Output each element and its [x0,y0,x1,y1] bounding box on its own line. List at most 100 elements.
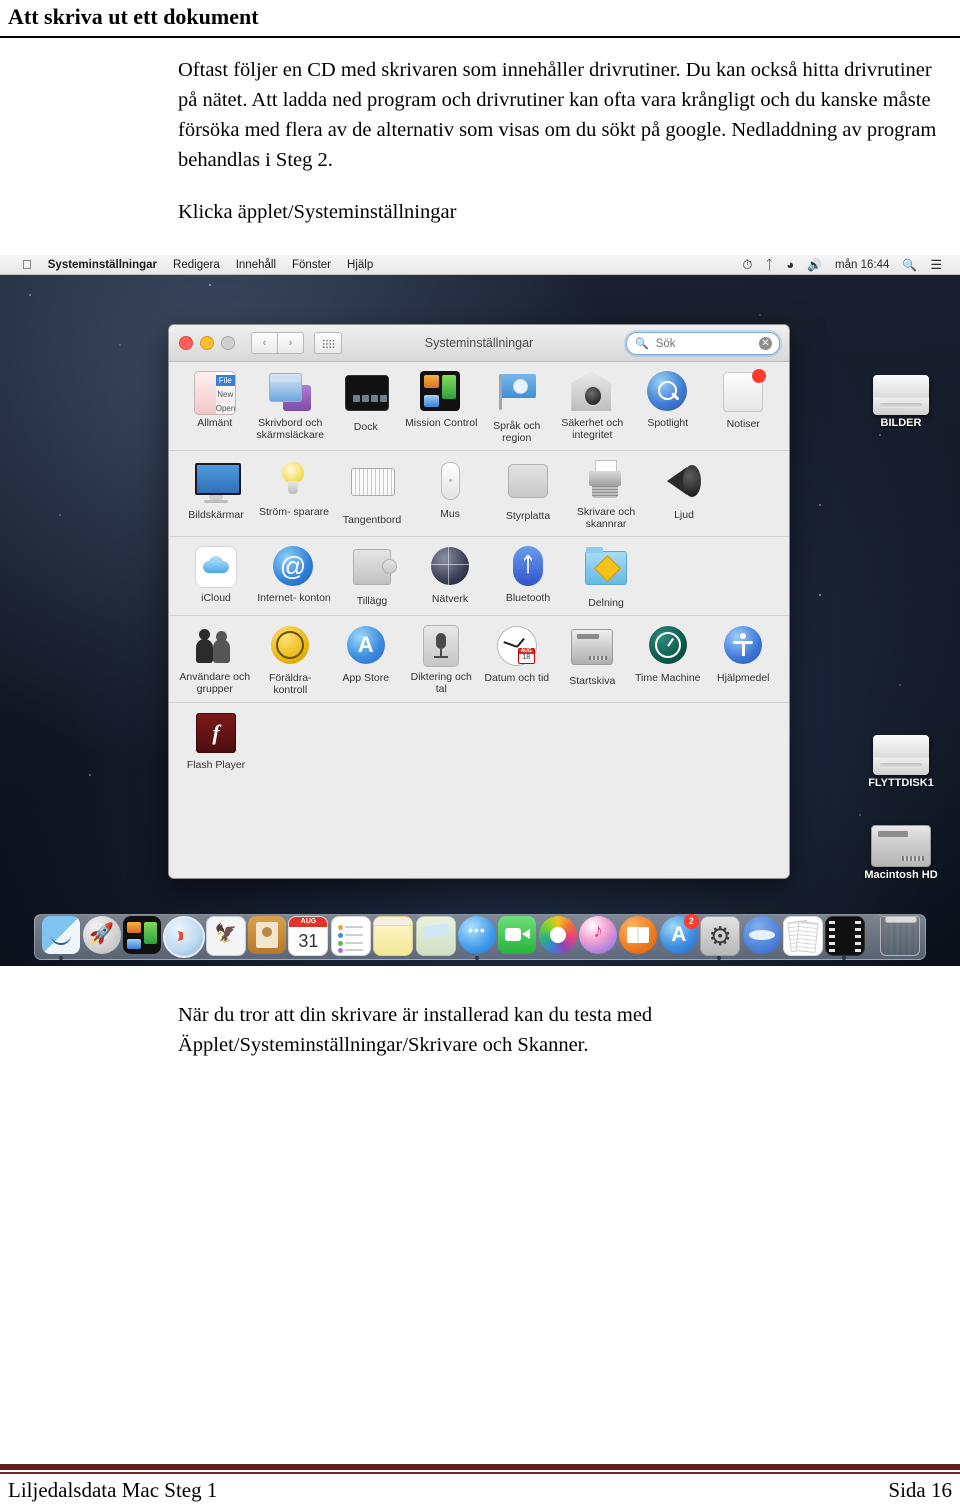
pref-item-foraldrakontroll[interactable]: Föräldra- kontroll [254,625,328,696]
bluetooth-icon: ᛏ [507,546,549,588]
window-title-bar[interactable]: ‹ › Systeminställningar 🔍 ✕ [169,325,789,362]
dock-item-launchpad[interactable] [82,916,121,956]
dock-item-notes[interactable] [373,916,414,956]
dock-item-reminders[interactable] [330,916,371,956]
pref-item-sprak-region[interactable]: Språk och region [480,371,554,444]
time-machine-icon[interactable]: ⏱ [742,257,752,273]
dock-item-mission-control[interactable] [122,916,161,956]
dock-item-photos[interactable] [538,916,577,956]
desktop-icon-bilder[interactable]: BILDER [855,375,947,429]
desktop-icon-flyttdisk1[interactable]: FLYTTDISK1 [855,735,947,789]
pref-item-label: Bildskärmar [188,509,244,521]
desktop-icon-macintosh-hd[interactable]: Macintosh HD [855,825,947,881]
pref-item-delning[interactable]: Delning [568,546,644,609]
pref-item-skrivbord[interactable]: Skrivbord och skärmsläckare [254,371,328,441]
menu-item-view[interactable]: Innehåll [236,259,276,271]
dock-item-imovie[interactable] [825,916,866,960]
dock-item-system-preferences[interactable] [700,916,741,960]
dock-item-finder[interactable] [42,916,81,960]
menu-item-app[interactable]: Systeminställningar [48,259,157,271]
notes-icon [373,916,414,956]
dock-item-messages[interactable] [457,916,496,960]
show-all-icon[interactable] [314,332,342,354]
dock-item-contacts[interactable] [248,916,287,956]
dock-item-maps[interactable] [415,916,456,956]
pref-item-notiser[interactable]: Notiser [707,369,781,430]
pref-item-diktering-tal[interactable]: Diktering och tal [405,625,479,695]
pref-item-bluetooth[interactable]: ᛏ Bluetooth [490,546,566,604]
pref-item-anvandare-grupper[interactable]: Användare och grupper [178,625,252,695]
external-drive-icon [873,735,929,775]
mission-control-icon [122,916,161,954]
dock-item-documents[interactable] [782,916,823,956]
displays-icon [195,463,241,505]
pref-item-natverk[interactable]: Nätverk [412,546,488,605]
system-preferences-icon [700,916,741,956]
dock-item-ibooks[interactable] [619,916,658,956]
pref-item-icloud[interactable]: iCloud [178,546,254,604]
close-button[interactable] [179,336,193,350]
pref-item-startskiva[interactable]: Startskiva [556,625,630,687]
macos-screenshot:  Systeminställningar Redigera Innehåll … [0,255,960,966]
pref-item-mission-control[interactable]: Mission Control [405,371,479,429]
dock-item-itunes[interactable] [579,916,618,956]
dock-item-app-store[interactable]: 2A [659,914,699,956]
menu-item-help[interactable]: Hjälp [347,259,373,271]
dock-item-facetime[interactable] [498,916,537,956]
accessibility-icon [722,626,764,668]
dock-item-calendar[interactable]: AUG 31 [288,916,329,956]
pref-item-time-machine[interactable]: Time Machine [631,625,705,684]
external-drive-icon [873,375,929,415]
notification-center-icon[interactable]: ☰ [930,257,942,273]
pref-item-flash-player[interactable]: f Flash Player [178,712,254,771]
dock-item-openoffice[interactable] [742,916,781,956]
pref-row: iCloud @ Internet- konton Tillägg Nätver… [169,537,789,616]
spotlight-search-icon[interactable]: 🔍 [902,258,917,272]
clear-search-icon[interactable]: ✕ [759,337,772,350]
pref-item-styrplatta[interactable]: Styrplatta [490,460,566,522]
dock-item-trash[interactable] [879,916,920,956]
forward-button[interactable]: › [278,332,304,354]
pref-row: f Flash Player [169,703,789,777]
safari-icon [163,916,206,958]
bluetooth-icon[interactable]: ᛏ [765,257,773,272]
pref-item-label: App Store [342,672,390,684]
pref-item-spotlight[interactable]: Spotlight [631,371,705,429]
menu-bar-clock[interactable]: mån 16:44 [835,259,889,271]
minimize-button[interactable] [200,336,214,350]
security-privacy-icon [571,371,613,413]
pref-item-ljud[interactable]: Ljud [646,460,722,521]
date-time-icon: AUG 18 [496,626,538,668]
preferences-grid: File New Open Allmänt Skrivbord och skärms… [169,362,789,878]
menu-item-window[interactable]: Fönster [292,259,331,271]
pref-item-hjalpmedel[interactable]: Hjälpmedel [707,625,781,684]
dock-item-mail[interactable] [205,916,246,956]
back-button[interactable]: ‹ [251,332,278,354]
zoom-button[interactable] [221,336,235,350]
wifi-icon[interactable]: ◕ [786,257,794,272]
pref-item-app-store[interactable]: A App Store [329,625,403,684]
pref-item-skrivare-skannrar[interactable]: Skrivare och skannrar [568,460,644,530]
pref-item-dock[interactable]: Dock [329,371,403,433]
search-input[interactable] [653,336,753,351]
pref-item-sakerhet[interactable]: Säkerhet och integritet [556,371,630,441]
pref-item-tillagg[interactable]: Tillägg [334,546,410,607]
title-divider [0,36,960,38]
pref-item-internetkonton[interactable]: @ Internet- konton [256,546,332,604]
pref-item-tangentbord[interactable]: Tangentbord [334,460,410,526]
trash-icon [879,916,920,956]
pref-item-bildskarmar[interactable]: Bildskärmar [178,460,254,521]
dock-item-safari[interactable] [163,916,206,958]
pref-item-allmant[interactable]: File New Open Allmänt [178,371,252,429]
pref-item-label: Hjälpmedel [716,672,770,684]
navigation-buttons: ‹ › [251,332,304,354]
volume-icon[interactable]: 🔊 [807,258,822,272]
search-field[interactable]: 🔍 ✕ [626,332,780,355]
pref-item-mus[interactable]: Mus [412,460,488,520]
desktop-icon-label: FLYTTDISK1 [868,777,934,789]
apple-icon[interactable]:  [22,258,32,271]
menu-item-edit[interactable]: Redigera [173,259,220,271]
parental-controls-icon [269,626,311,668]
pref-item-stromsparare[interactable]: Ström- sparare [256,460,332,518]
pref-item-datum-tid[interactable]: AUG 18 Datum och tid [480,625,554,684]
